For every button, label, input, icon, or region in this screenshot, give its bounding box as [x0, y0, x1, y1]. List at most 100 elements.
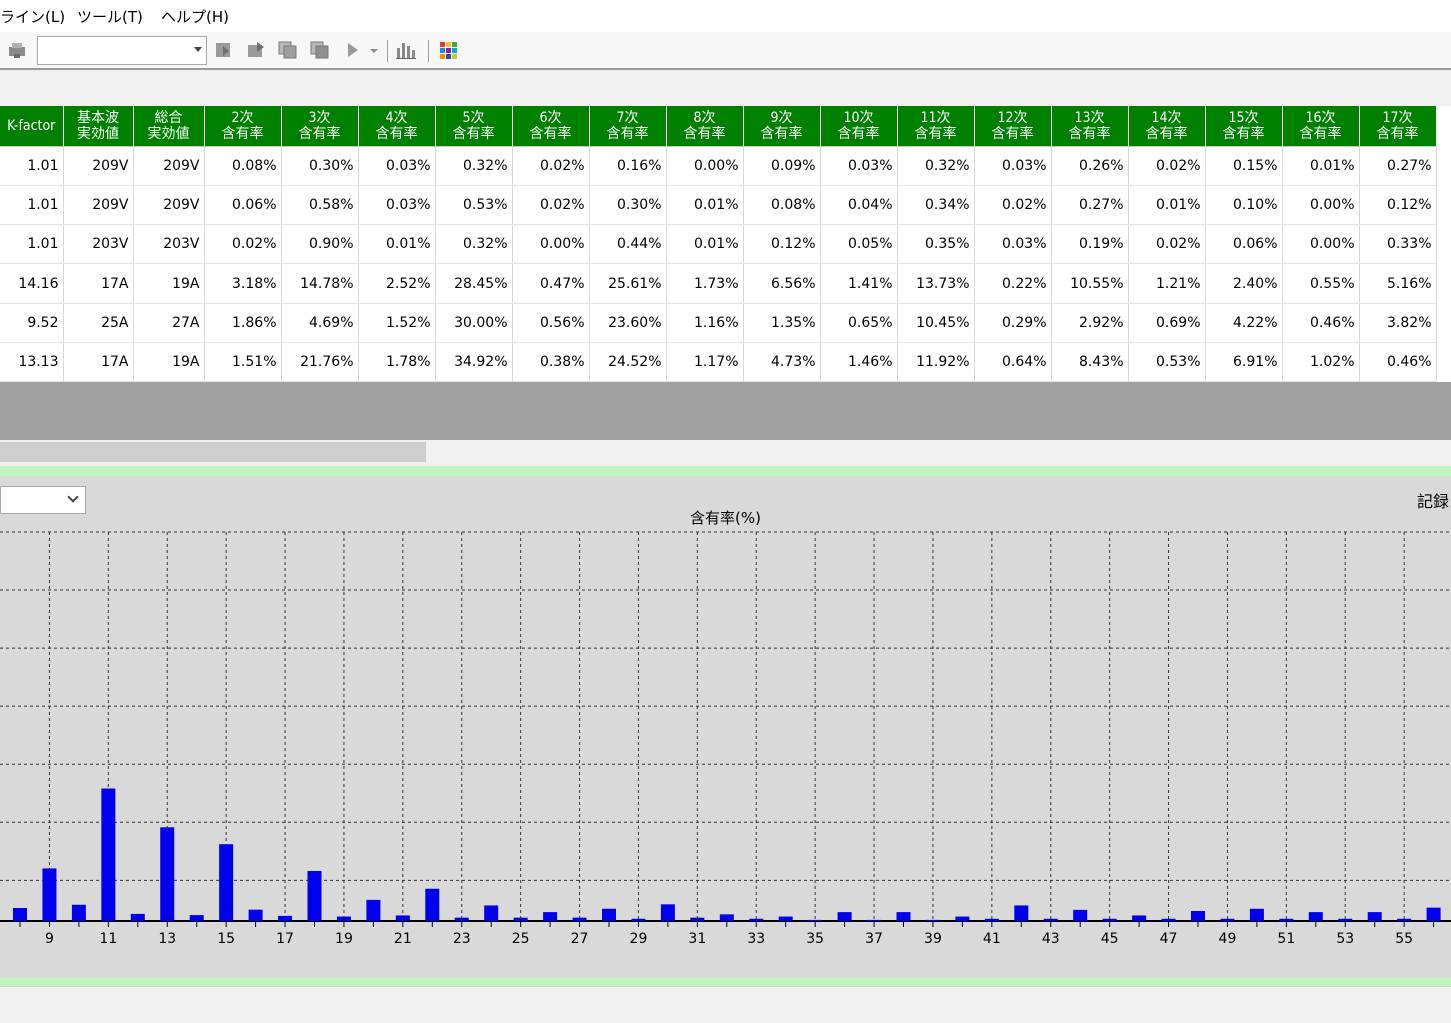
- chart-bar: [366, 899, 381, 921]
- table-cell: 0.53%: [435, 185, 513, 226]
- table-cell: 10.45%: [897, 303, 975, 343]
- table-cell: 0.03%: [974, 146, 1052, 186]
- column-header[interactable]: 総合 実効値: [133, 106, 205, 147]
- x-tick-label: 15: [217, 931, 235, 947]
- column-header[interactable]: 8次 含有率: [666, 106, 744, 147]
- column-header[interactable]: 6次 含有率: [512, 106, 590, 147]
- table-cell: 0.01%: [358, 224, 436, 265]
- table-cell: 30.00%: [435, 303, 513, 343]
- column-header[interactable]: 17次 含有率: [1359, 106, 1437, 147]
- column-header[interactable]: 15次 含有率: [1205, 106, 1283, 147]
- scrollbar-thumb[interactable]: [0, 442, 426, 462]
- chart-bar: [1191, 910, 1205, 921]
- chart-panel: 記録 含有率(%) 9 11 13 15 17 19 21 23 25 27 29 31 33 35 37 3…: [0, 476, 1451, 978]
- table-cell: 0.35%: [897, 224, 975, 265]
- column-header[interactable]: 10次 含有率: [820, 106, 898, 147]
- palette-swatch: [440, 54, 445, 59]
- table-cell: 0.01%: [666, 224, 744, 265]
- import-icon[interactable]: [213, 40, 235, 60]
- settings-icon[interactable]: [6, 40, 28, 60]
- menu-line[interactable]: ライン(L): [0, 6, 65, 27]
- table-cell: 0.02%: [512, 185, 590, 226]
- column-header[interactable]: 11次 含有率: [897, 106, 975, 147]
- dropdown-arrow-icon[interactable]: [367, 40, 381, 60]
- table-cell: 0.02%: [1128, 146, 1206, 186]
- column-header[interactable]: 4次 含有率: [358, 106, 436, 147]
- chart-bar: [395, 915, 410, 921]
- table-empty-area: [0, 382, 1451, 440]
- play-icon[interactable]: [343, 40, 365, 60]
- column-header[interactable]: 16次 含有率: [1282, 106, 1360, 147]
- chart-bar: [1338, 918, 1353, 921]
- chart-bar: [602, 908, 616, 921]
- paste-icon[interactable]: [309, 40, 331, 60]
- column-header[interactable]: 基本波 実効値: [63, 106, 134, 147]
- column-header[interactable]: 14次 含有率: [1128, 106, 1206, 147]
- toolbar-band: [0, 72, 1451, 106]
- table-cell: 209V: [63, 146, 134, 186]
- chart-bar: [1161, 918, 1176, 921]
- chart-bar: [454, 917, 469, 921]
- table-cell: 0.06%: [204, 185, 282, 226]
- table-cell: 0.05%: [820, 224, 898, 265]
- chart-bar: [101, 788, 116, 921]
- horizontal-scrollbar[interactable]: [0, 440, 1451, 464]
- table-cell: 28.45%: [435, 263, 513, 304]
- chart-bar: [1132, 915, 1147, 921]
- table-row[interactable]: 13.13 17A 19A 1.51% 21.76% 1.78% 34.92% 0.38% 24…: [0, 342, 1437, 382]
- chart-bar: [307, 870, 322, 921]
- menu-bar: ライン(L) ツール(T) ヘルプ(H): [0, 0, 1451, 32]
- table-row[interactable]: 1.01 209V 209V 0.08% 0.30% 0.03% 0.32% 0.02% 0.1…: [0, 146, 1437, 186]
- column-header[interactable]: 9次 含有率: [743, 106, 821, 147]
- x-tick-label: 17: [276, 931, 294, 947]
- toolbar-combo[interactable]: [37, 36, 207, 65]
- table-row[interactable]: 14.16 17A 19A 3.18% 14.78% 2.52% 28.45% 0.47% 25…: [0, 263, 1437, 304]
- table-row[interactable]: 9.52 25A 27A 1.86% 4.69% 1.52% 30.00% 0.56% 23.6…: [0, 303, 1437, 343]
- table-cell: 0.03%: [358, 146, 436, 186]
- column-header[interactable]: 13次 含有率: [1051, 106, 1129, 147]
- chart-bar: [896, 912, 911, 921]
- table-cell: 6.91%: [1205, 342, 1283, 382]
- x-tick-label: 21: [394, 931, 412, 947]
- column-header[interactable]: 3次 含有率: [281, 106, 359, 147]
- table-cell: 0.03%: [974, 224, 1052, 265]
- x-tick-label: 19: [335, 931, 353, 947]
- bar-chart-icon[interactable]: [395, 40, 417, 60]
- table-row[interactable]: 1.01 203V 203V 0.02% 0.90% 0.01% 0.32% 0.00% 0.4…: [0, 224, 1437, 265]
- export-icon[interactable]: [245, 40, 267, 60]
- column-header[interactable]: 12次 含有率: [974, 106, 1052, 147]
- x-tick-label: 45: [1101, 931, 1119, 947]
- table-header-row: K-factor 基本波 実効値 総合 実効値 2次 含有率 3次 含有率 4次 含有率 5…: [0, 106, 1437, 147]
- column-header[interactable]: 7次 含有率: [589, 106, 667, 147]
- chart-bar: [513, 917, 528, 921]
- menu-tools[interactable]: ツール(T): [77, 6, 143, 27]
- table-cell: 3.82%: [1359, 303, 1437, 343]
- color-palette-icon[interactable]: [437, 40, 459, 60]
- copy-icon[interactable]: [277, 40, 299, 60]
- chart-bar: [425, 888, 440, 921]
- column-header[interactable]: K-factor: [0, 106, 64, 147]
- table-cell: 25.61%: [589, 263, 667, 304]
- table-cell: 4.69%: [281, 303, 359, 343]
- x-tick-label: 25: [512, 931, 530, 947]
- table-cell: 1.86%: [204, 303, 282, 343]
- table-cell: 13.73%: [897, 263, 975, 304]
- table-cell: 23.60%: [589, 303, 667, 343]
- table-cell: 13.13: [0, 342, 64, 382]
- table-cell: 1.01: [0, 224, 64, 265]
- column-header[interactable]: 2次 含有率: [204, 106, 282, 147]
- table-cell: 17A: [63, 263, 134, 304]
- chart-bar: [71, 904, 86, 921]
- harmonics-grid: K-factor 基本波 実効値 総合 実効値 2次 含有率 3次 含有率 4次 含有率 5…: [0, 106, 1437, 382]
- chart-bar: [543, 912, 558, 921]
- menu-help[interactable]: ヘルプ(H): [161, 6, 229, 27]
- x-tick-label: 37: [865, 931, 883, 947]
- column-header[interactable]: 5次 含有率: [435, 106, 513, 147]
- table-cell: 24.52%: [589, 342, 667, 382]
- chart-bar: [631, 918, 646, 921]
- table-cell: 1.51%: [204, 342, 282, 382]
- chart-bar: [867, 919, 882, 921]
- table-cell: 0.12%: [743, 224, 821, 265]
- palette-swatch: [446, 48, 451, 53]
- table-row[interactable]: 1.01 209V 209V 0.06% 0.58% 0.03% 0.53% 0.02% 0.3…: [0, 185, 1437, 226]
